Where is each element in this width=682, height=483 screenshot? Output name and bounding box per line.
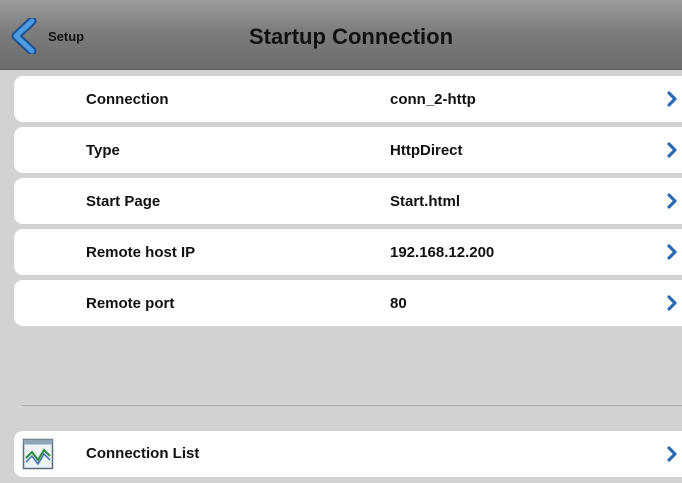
header-bar: Setup Startup Connection	[0, 0, 682, 70]
chevron-right-icon	[667, 446, 677, 462]
row-value: HttpDirect	[390, 141, 463, 159]
row-type[interactable]: Type HttpDirect	[14, 127, 682, 173]
row-label: Remote port	[86, 294, 175, 312]
section-divider	[22, 405, 682, 406]
connection-list-icon	[22, 438, 54, 470]
row-label: Start Page	[86, 192, 161, 210]
row-remote-port[interactable]: Remote port 80	[14, 280, 682, 326]
row-remote-host-ip[interactable]: Remote host IP 192.168.12.200	[14, 229, 682, 275]
row-connection[interactable]: Connection conn_2-http	[14, 76, 682, 122]
chevron-right-icon	[667, 142, 677, 158]
row-value: Start.html	[390, 192, 461, 210]
chevron-right-icon	[667, 244, 677, 260]
row-value: 192.168.12.200	[390, 243, 495, 261]
row-label: Connection	[86, 90, 169, 108]
row-label: Remote host IP	[86, 243, 196, 261]
row-label: Type	[86, 141, 120, 159]
page-title: Startup Connection	[248, 24, 454, 49]
row-label: Connection List	[86, 445, 200, 462]
settings-list: Connection conn_2-http Type HttpDirect S…	[14, 76, 682, 331]
row-value: conn_2-http	[390, 90, 476, 108]
chevron-right-icon	[667, 295, 677, 311]
row-connection-list[interactable]: Connection List	[14, 431, 682, 477]
chevron-right-icon	[667, 193, 677, 209]
row-start-page[interactable]: Start Page Start.html	[14, 178, 682, 224]
row-value: 80	[390, 294, 407, 312]
chevron-right-icon	[667, 91, 677, 107]
